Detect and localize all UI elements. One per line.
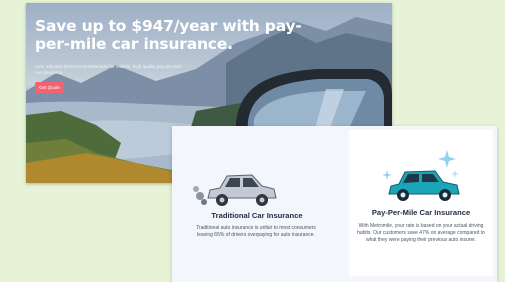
pay-per-mile-panel: Pay-Per-Mile Car Insurance With Metromil… <box>349 130 493 276</box>
get-quote-button[interactable]: Get Quote <box>35 82 64 93</box>
traditional-insurance-panel: Traditional Car Insurance Traditional au… <box>172 126 342 282</box>
exhaust-car-icon <box>193 174 277 206</box>
hero-subtext: Over 100,000 drivers trust Metromile for… <box>35 63 182 75</box>
pay-per-mile-title: Pay-Per-Mile Car Insurance <box>371 208 471 217</box>
traditional-insurance-title: Traditional Car Insurance <box>211 211 303 220</box>
pay-per-mile-description: With Metromile, your rate is based on yo… <box>357 223 485 243</box>
sparkle-car-icon <box>383 150 460 201</box>
traditional-insurance-description: Traditional auto insurance is unfair to … <box>196 225 316 238</box>
hero-headline: Save up to $947/year with pay-per-mile c… <box>35 17 302 53</box>
insurance-comparison-card: Traditional Car Insurance Traditional au… <box>172 126 497 282</box>
